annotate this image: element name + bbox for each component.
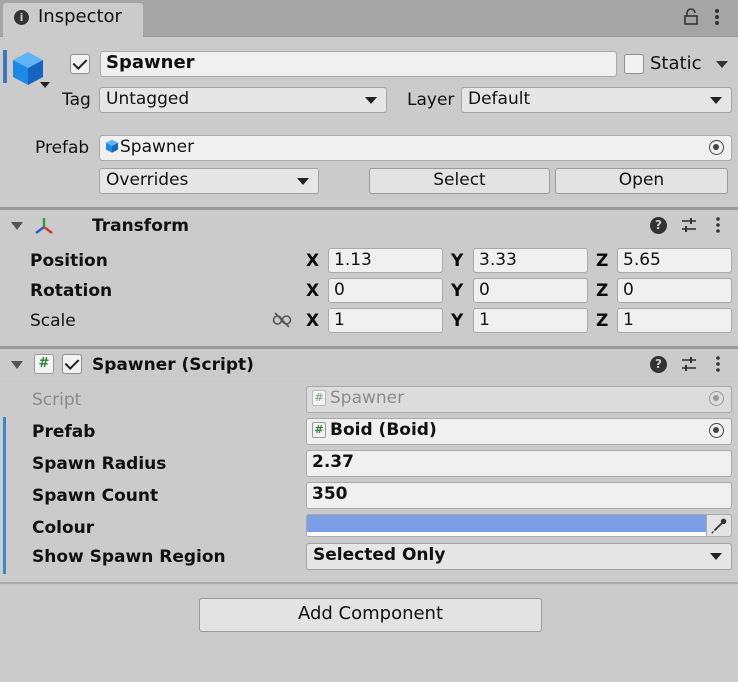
help-icon[interactable]: ? bbox=[650, 217, 667, 234]
rotation-y-field[interactable]: 0 bbox=[473, 278, 588, 303]
constrain-proportions-icon[interactable] bbox=[272, 311, 292, 329]
scale-x-field[interactable]: 1 bbox=[328, 308, 443, 333]
prefab-object-value: Boid (Boid) bbox=[330, 420, 437, 440]
position-x-field[interactable]: 1.13 bbox=[328, 248, 443, 273]
position-label: Position bbox=[30, 251, 108, 271]
preset-sliders-icon[interactable] bbox=[680, 216, 698, 234]
transform-icon bbox=[35, 218, 53, 234]
divider bbox=[0, 582, 738, 584]
script-reference-field: # Spawner bbox=[306, 386, 732, 413]
show-spawn-region-value: Selected Only bbox=[313, 545, 446, 565]
script-foldout-icon[interactable] bbox=[11, 361, 23, 369]
script-enabled-checkbox[interactable] bbox=[62, 354, 82, 374]
tab-menu-icon[interactable] bbox=[710, 6, 724, 28]
position-z-field[interactable]: 5.65 bbox=[617, 248, 732, 273]
colour-label: Colour bbox=[32, 518, 95, 538]
layer-dropdown[interactable]: Default bbox=[461, 87, 732, 113]
spawn-radius-label: Spawn Radius bbox=[32, 454, 167, 474]
script-icon: # bbox=[34, 354, 54, 374]
prefab-asset-value: Spawner bbox=[120, 137, 195, 157]
script-menu-icon[interactable] bbox=[715, 355, 721, 373]
script-reference-value: Spawner bbox=[330, 388, 405, 408]
rotation-x-field[interactable]: 0 bbox=[328, 278, 443, 303]
prefab-label: Prefab bbox=[35, 138, 90, 158]
layer-label: Layer bbox=[407, 90, 455, 110]
overrides-label: Overrides bbox=[106, 170, 189, 190]
tag-value: Untagged bbox=[106, 89, 190, 109]
eyedropper-icon[interactable] bbox=[706, 514, 732, 537]
show-spawn-region-label: Show Spawn Region bbox=[32, 547, 226, 567]
help-icon[interactable]: ? bbox=[650, 356, 667, 373]
lock-icon[interactable] bbox=[682, 8, 700, 26]
colour-swatch[interactable] bbox=[306, 514, 706, 537]
static-dropdown-arrow[interactable] bbox=[716, 61, 728, 68]
select-button[interactable]: Select bbox=[369, 168, 550, 194]
show-spawn-region-dropdown[interactable]: Selected Only bbox=[306, 543, 732, 570]
scale-y-label[interactable]: Y bbox=[451, 311, 463, 331]
static-label: Static bbox=[650, 53, 702, 74]
layer-value: Default bbox=[468, 89, 531, 109]
overrides-dropdown[interactable]: Overrides bbox=[99, 168, 319, 194]
script-asset-icon: # bbox=[312, 390, 326, 406]
icon-dropdown-arrow[interactable] bbox=[40, 82, 50, 88]
scale-label: Scale bbox=[30, 311, 76, 331]
object-picker-icon[interactable] bbox=[709, 140, 724, 155]
prefab-object-field[interactable]: # Boid (Boid) bbox=[306, 418, 732, 445]
rotation-z-field[interactable]: 0 bbox=[617, 278, 732, 303]
rotation-label: Rotation bbox=[30, 281, 113, 301]
position-y-label[interactable]: Y bbox=[451, 251, 463, 271]
object-name-field[interactable]: Spawner bbox=[100, 51, 617, 77]
transform-foldout-icon[interactable] bbox=[11, 222, 23, 230]
scale-x-label[interactable]: X bbox=[306, 311, 319, 331]
tag-label: Tag bbox=[62, 90, 91, 110]
spawn-count-label: Spawn Count bbox=[32, 486, 159, 506]
position-z-label[interactable]: Z bbox=[596, 251, 608, 271]
scale-z-label[interactable]: Z bbox=[596, 311, 608, 331]
static-checkbox[interactable] bbox=[624, 54, 644, 74]
position-y-field[interactable]: 3.33 bbox=[473, 248, 588, 273]
selection-indicator bbox=[3, 50, 7, 83]
active-checkbox[interactable] bbox=[70, 54, 90, 74]
rotation-z-label[interactable]: Z bbox=[596, 281, 608, 301]
spawn-radius-field[interactable]: 2.37 bbox=[306, 450, 732, 477]
spawn-count-field[interactable]: 350 bbox=[306, 482, 732, 509]
transform-title: Transform bbox=[92, 216, 189, 236]
info-icon: i bbox=[14, 10, 29, 25]
open-button[interactable]: Open bbox=[555, 168, 728, 194]
add-component-button[interactable]: Add Component bbox=[199, 598, 542, 632]
tag-dropdown[interactable]: Untagged bbox=[99, 87, 387, 113]
override-indicator bbox=[3, 417, 6, 574]
preset-sliders-icon[interactable] bbox=[680, 355, 698, 373]
prefab-field-label: Prefab bbox=[32, 422, 96, 442]
tab-title: Inspector bbox=[38, 6, 122, 27]
scale-z-field[interactable]: 1 bbox=[617, 308, 732, 333]
transform-menu-icon[interactable] bbox=[715, 216, 721, 234]
script-field-label: Script bbox=[32, 390, 82, 410]
rotation-y-label[interactable]: Y bbox=[451, 281, 463, 301]
object-picker-icon[interactable] bbox=[709, 423, 724, 438]
position-x-label[interactable]: X bbox=[306, 251, 319, 271]
script-component-title: Spawner (Script) bbox=[92, 355, 254, 375]
prefab-asset-field[interactable]: Spawner bbox=[99, 135, 732, 161]
object-picker-icon bbox=[709, 391, 724, 406]
prefab-script-icon: # bbox=[312, 422, 326, 438]
rotation-x-label[interactable]: X bbox=[306, 281, 319, 301]
scale-y-field[interactable]: 1 bbox=[473, 308, 588, 333]
prefab-cube-icon bbox=[106, 139, 118, 153]
